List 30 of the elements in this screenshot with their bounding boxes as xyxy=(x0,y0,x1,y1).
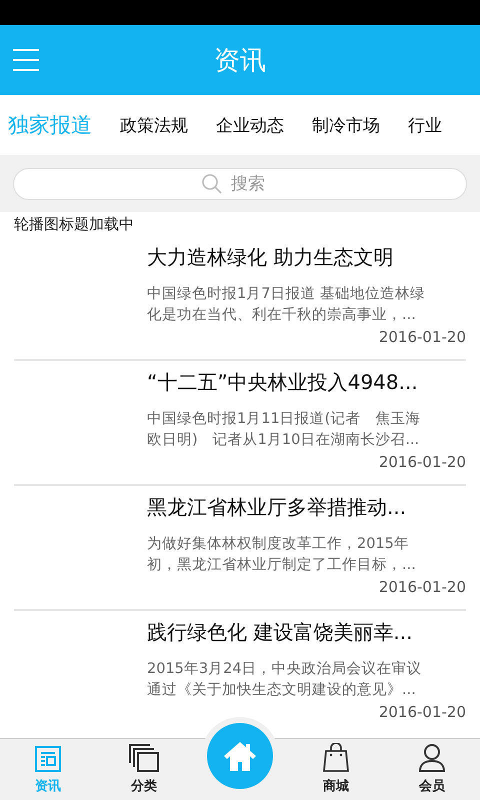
article-date: 2016-01-20 xyxy=(378,703,466,721)
article-summary: 为做好集体林权制度改革工作，2015年 初，黑龙江省林业厅制定了工作目标，... xyxy=(147,534,417,575)
nav-tab[interactable]: 分类 xyxy=(96,739,192,800)
article-title[interactable]: 大力造林绿化 助力生态文明 xyxy=(147,244,466,278)
article-summary: 中国绿色时报1月7日报道 基础地位造林绿 化是功在当代、利在千秋的崇高事业，... xyxy=(147,285,426,325)
article-date: 2016-01-20 xyxy=(378,578,466,596)
category-tab[interactable]: 行业 xyxy=(408,114,442,136)
home-icon xyxy=(223,740,257,772)
stacked-pages-icon xyxy=(128,743,160,773)
article-summary: 中国绿色时报1月11日报道(记者 焦玉海 欧日明) 记者从1月10日在湖南长沙召... xyxy=(147,410,422,450)
article-title[interactable]: “十二五”中央林业投入4948... xyxy=(147,369,466,403)
article-title[interactable]: 践行绿色化 建设富饶美丽幸... xyxy=(147,619,466,653)
header-title: 资讯 xyxy=(214,44,266,78)
search-field[interactable]: 搜索 xyxy=(229,173,279,195)
nav-tab[interactable]: 会员 xyxy=(384,739,480,800)
article-title[interactable]: 黑龙江省林业厅多举措推动... xyxy=(147,494,466,528)
search-icon xyxy=(201,173,223,195)
menu-button[interactable] xyxy=(13,49,41,71)
carousel-caption: 轮播图标题加载中 xyxy=(13,214,135,235)
user-icon xyxy=(417,743,447,773)
category-tab[interactable]: 政策法规 xyxy=(120,114,188,136)
article-date: 2016-01-20 xyxy=(378,453,466,471)
shopping-bag-icon xyxy=(321,743,351,773)
article-summary: 2015年3月24日，中央政治局会议在审议 通过《关于加快生态文明建设的意见》... xyxy=(147,660,423,700)
newspaper-icon xyxy=(34,745,62,773)
category-tab[interactable]: 制冷市场 xyxy=(312,114,380,136)
category-tab[interactable]: 企业动态 xyxy=(216,114,284,136)
home-button[interactable] xyxy=(207,723,273,789)
article-date: 2016-01-20 xyxy=(378,328,466,346)
nav-tab[interactable]: 商城 xyxy=(288,739,384,800)
